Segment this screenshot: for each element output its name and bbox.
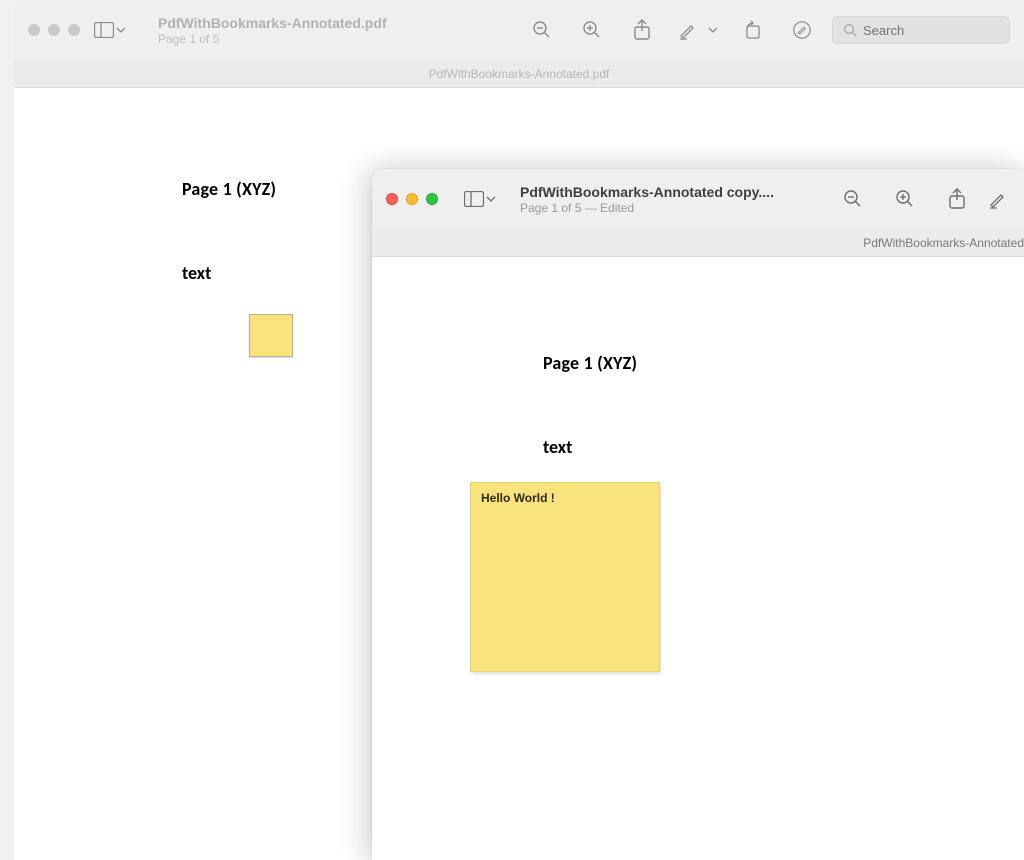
title-block-front: PdfWithBookmarks-Annotated copy.... Page… xyxy=(520,184,774,215)
pdf-text-front: text xyxy=(543,436,637,458)
zoom-out-icon xyxy=(532,20,552,40)
zoom-out-icon xyxy=(843,189,863,209)
highlight-pen-icon xyxy=(988,189,1008,209)
tab-bar-front: PdfWithBookmarks-Annotated xyxy=(372,229,1024,257)
highlight-pen-icon xyxy=(678,20,698,40)
pdf-text-back: text xyxy=(182,262,293,284)
toolbar-front xyxy=(830,183,1010,215)
rotate-button[interactable] xyxy=(732,14,772,46)
window-title-back: PdfWithBookmarks-Annotated.pdf xyxy=(158,15,387,31)
zoom-in-button[interactable] xyxy=(572,14,612,46)
toolbar-back xyxy=(522,14,1010,46)
close-button[interactable] xyxy=(386,193,398,205)
chevron-down-icon xyxy=(116,20,126,40)
search-icon xyxy=(843,23,857,37)
page-status-front: Page 1 of 5 — Edited xyxy=(520,201,774,215)
sidebar-icon xyxy=(94,20,114,40)
chevron-down-icon xyxy=(486,189,496,209)
highlight-menu-button[interactable] xyxy=(704,14,722,46)
document-area-front[interactable]: Page 1 (XYZ) text Hello World ! xyxy=(372,257,1024,860)
zoom-in-icon xyxy=(582,20,602,40)
highlight-button[interactable] xyxy=(672,14,704,46)
tab-back[interactable]: PdfWithBookmarks-Annotated.pdf xyxy=(429,67,610,81)
share-icon xyxy=(947,189,967,209)
sticky-note-small[interactable] xyxy=(249,314,293,357)
rotate-icon xyxy=(742,20,762,40)
highlight-button-front[interactable] xyxy=(986,183,1010,215)
share-button[interactable] xyxy=(622,14,662,46)
zoom-in-button-front[interactable] xyxy=(882,183,928,215)
chevron-down-icon xyxy=(708,20,718,40)
sticky-note-text[interactable]: Hello World ! xyxy=(481,491,649,505)
zoom-button[interactable] xyxy=(426,193,438,205)
sidebar-icon xyxy=(464,189,484,209)
titlebar-front: PdfWithBookmarks-Annotated copy.... Page… xyxy=(372,169,1024,229)
share-icon xyxy=(632,20,652,40)
close-dot-inactive[interactable] xyxy=(28,24,40,36)
traffic-lights-active xyxy=(386,193,438,205)
preview-window-front: PdfWithBookmarks-Annotated copy.... Page… xyxy=(372,169,1024,860)
page-status-back: Page 1 of 5 xyxy=(158,32,387,46)
pdf-heading-front: Page 1 (XYZ) xyxy=(543,352,637,374)
zoom-in-icon xyxy=(895,189,915,209)
markup-toolbar-button[interactable] xyxy=(782,14,822,46)
tab-bar-back: PdfWithBookmarks-Annotated.pdf xyxy=(14,60,1024,88)
sidebar-toggle-button-front[interactable] xyxy=(464,183,496,215)
pdf-heading-back: Page 1 (XYZ) xyxy=(182,178,293,200)
pdf-page-content-front: Page 1 (XYZ) text xyxy=(543,352,637,458)
zoom-out-button-front[interactable] xyxy=(830,183,876,215)
sticky-note-large[interactable]: Hello World ! xyxy=(470,482,660,672)
window-title-front: PdfWithBookmarks-Annotated copy.... xyxy=(520,184,774,200)
search-input[interactable] xyxy=(863,23,999,38)
minimize-dot-inactive[interactable] xyxy=(48,24,60,36)
search-field[interactable] xyxy=(832,16,1010,44)
minimize-button[interactable] xyxy=(406,193,418,205)
traffic-lights-inactive xyxy=(28,24,80,36)
titlebar-back: PdfWithBookmarks-Annotated.pdf Page 1 of… xyxy=(14,0,1024,60)
share-button-front[interactable] xyxy=(934,183,980,215)
tab-front[interactable]: PdfWithBookmarks-Annotated xyxy=(863,236,1024,250)
zoom-dot-inactive[interactable] xyxy=(68,24,80,36)
zoom-out-button[interactable] xyxy=(522,14,562,46)
markup-pen-circle-icon xyxy=(792,20,812,40)
title-block-back: PdfWithBookmarks-Annotated.pdf Page 1 of… xyxy=(158,15,387,46)
sidebar-toggle-button-back[interactable] xyxy=(94,14,126,46)
pdf-page-content-back: Page 1 (XYZ) text xyxy=(182,178,293,357)
